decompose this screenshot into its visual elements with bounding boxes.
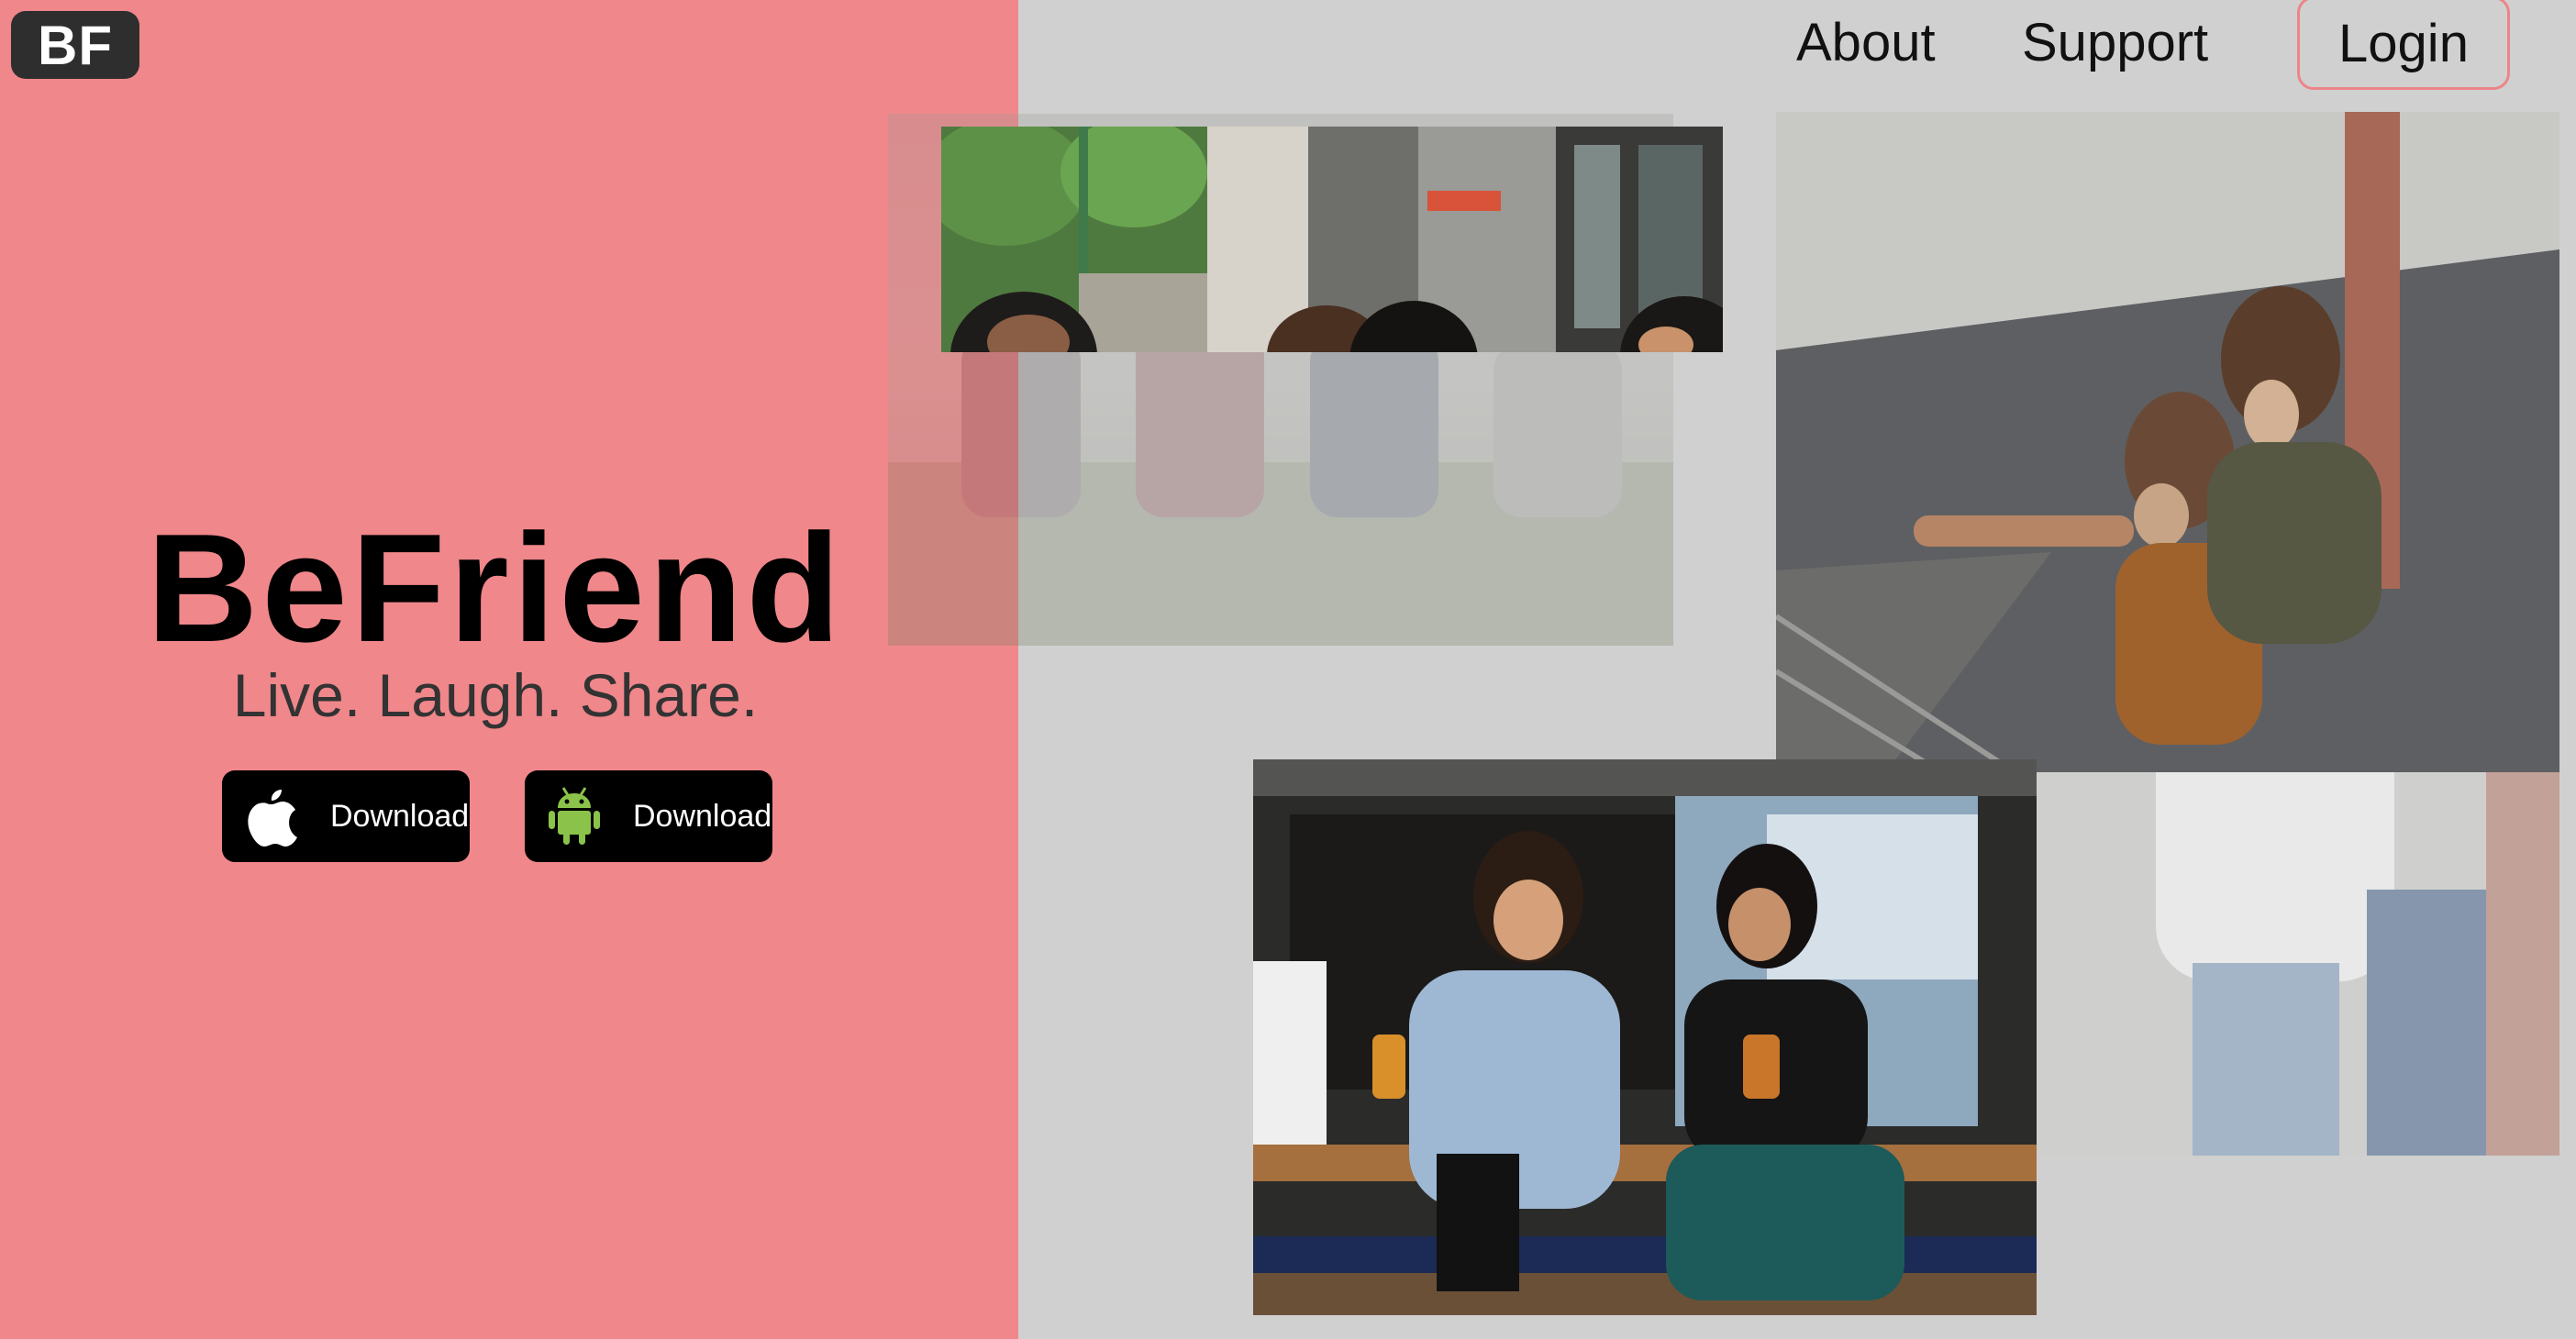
android-download-label: Download [633, 798, 772, 834]
street-friends-photo [941, 127, 1723, 352]
pier-friends-photo [1776, 112, 2559, 772]
app-tagline: Live. Laugh. Share. [232, 661, 759, 729]
login-button[interactable]: Login [2297, 0, 2510, 90]
app-title: BeFriend [146, 502, 845, 674]
ios-download-button[interactable]: Download [222, 770, 470, 862]
brand-logo[interactable]: BF [11, 11, 139, 79]
android-icon [549, 787, 600, 845]
bar-friends-photo [1253, 759, 2037, 1315]
ios-download-label: Download [330, 798, 470, 834]
nav-about-link[interactable]: About [1796, 0, 1936, 84]
apple-icon [248, 790, 297, 847]
nav-support-link[interactable]: Support [2022, 0, 2208, 84]
android-download-button[interactable]: Download [525, 770, 772, 862]
